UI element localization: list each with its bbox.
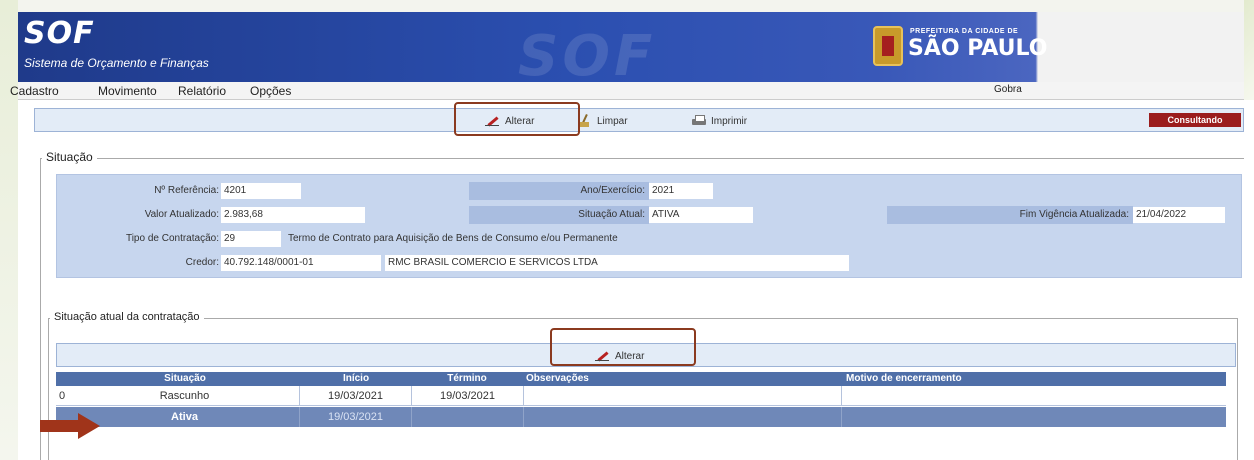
credor-cnpj-value: 40.792.148/0001-01 — [221, 255, 381, 271]
printer-icon — [691, 114, 707, 128]
cell-termino — [412, 407, 524, 427]
ano-exercicio-label: Ano/Exercício: — [469, 182, 649, 200]
mode-badge: Consultando — [1149, 113, 1241, 127]
col-motivo[interactable]: Motivo de encerramento — [846, 373, 1046, 384]
situacao-atual-value: ATIVA — [649, 207, 753, 223]
limpar-label: Limpar — [597, 115, 628, 127]
ano-exercicio-value: 2021 — [649, 183, 713, 199]
credor-nome-value: RMC BRASIL COMERCIO E SERVICOS LTDA — [385, 255, 849, 271]
main-toolbar: Alterar Limpar Imprimir Consultando — [34, 108, 1244, 132]
user-name: Gobra — [994, 84, 1022, 95]
prefeitura-label: PREFEITURA DA CIDADE DE — [910, 28, 1019, 35]
table-row-selected[interactable]: Ativa 19/03/2021 — [56, 407, 1226, 427]
credor-label: Credor: — [185, 257, 219, 268]
cell-situacao: Ativa — [70, 407, 300, 427]
cell-inicio: 19/03/2021 — [300, 407, 412, 427]
nr-referencia-label: Nº Referência: — [154, 185, 219, 196]
menu-opcoes[interactable]: Opções — [250, 84, 291, 98]
city-seal-icon — [873, 26, 903, 66]
contratacao-legend: Situação atual da contratação — [50, 311, 204, 323]
grid-header: Situação Início Término Observações Moti… — [56, 372, 1226, 386]
menu-movimento[interactable]: Movimento — [98, 84, 157, 98]
tipo-contratacao-descricao: Termo de Contrato para Aquisição de Bens… — [288, 233, 618, 244]
col-situacao[interactable]: Situação — [70, 373, 300, 384]
imprimir-label: Imprimir — [711, 115, 748, 127]
fim-vigencia-value: 21/04/2022 — [1133, 207, 1225, 223]
valor-atualizado-value: 2.983,68 — [221, 207, 365, 223]
highlight-alterar-situacao — [550, 328, 696, 366]
pointer-arrow-icon — [40, 413, 100, 439]
menu-cadastro[interactable]: Cadastro — [10, 84, 59, 98]
app-subtitle: Sistema de Orçamento e Finanças — [24, 56, 209, 70]
col-termino[interactable]: Término — [412, 373, 522, 384]
cell-termino: 19/03/2021 — [412, 386, 524, 406]
cell-motivo — [842, 386, 1226, 406]
highlight-alterar-toolbar — [454, 102, 580, 136]
cell-inicio: 19/03/2021 — [300, 386, 412, 406]
fim-vigencia-label: Fim Vigência Atualizada: — [887, 206, 1133, 224]
header-watermark: SOF — [518, 24, 657, 82]
info-panel: Nº Referência: 4201 Ano/Exercício: 2021 … — [56, 174, 1242, 278]
table-row[interactable]: 0 Rascunho 19/03/2021 19/03/2021 — [56, 386, 1226, 406]
col-observacoes[interactable]: Observações — [526, 373, 646, 384]
cell-observacoes — [524, 407, 842, 427]
situacao-legend: Situação — [42, 150, 97, 164]
cell-observacoes — [524, 386, 842, 406]
page-decoration-left — [0, 0, 18, 460]
menu-bar: Cadastro Movimento Relatório Opções Gobr… — [10, 82, 1244, 100]
app-logo: SOF — [24, 16, 95, 51]
app-header: SOF Sistema de Orçamento e Finanças SOF … — [18, 12, 1244, 82]
valor-atualizado-label: Valor Atualizado: — [144, 209, 219, 220]
cell-motivo — [842, 407, 1226, 427]
menu-relatorio[interactable]: Relatório — [178, 84, 226, 98]
limpar-button[interactable]: Limpar — [577, 113, 628, 129]
tipo-contratacao-label: Tipo de Contratação: — [125, 233, 219, 244]
tipo-contratacao-codigo: 29 — [221, 231, 281, 247]
city-name: SÃO PAULO — [908, 36, 1048, 61]
col-inicio[interactable]: Início — [300, 373, 412, 384]
nr-referencia-value: 4201 — [221, 183, 301, 199]
row-index: 0 — [59, 390, 66, 402]
cell-situacao: Rascunho — [70, 386, 300, 406]
imprimir-button[interactable]: Imprimir — [691, 113, 747, 129]
situacao-atual-label: Situação Atual: — [469, 206, 649, 224]
top-strip — [18, 0, 1244, 12]
